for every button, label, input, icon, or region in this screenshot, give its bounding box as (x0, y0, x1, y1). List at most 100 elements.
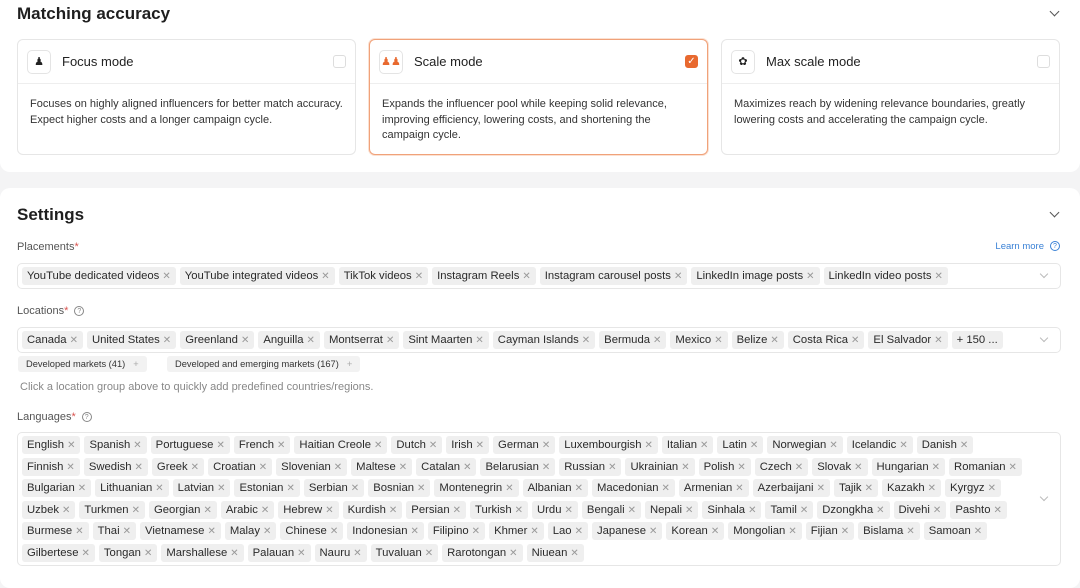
remove-tag-icon[interactable]: ✕ (217, 483, 225, 494)
remove-tag-icon[interactable]: ✕ (325, 505, 333, 516)
remove-tag-icon[interactable]: ✕ (685, 505, 693, 516)
remove-tag-icon[interactable]: ✕ (960, 440, 968, 451)
placements-select[interactable]: YouTube dedicated videos ✕ YouTube integra… (17, 263, 1061, 289)
more-tags-count[interactable]: + 150 ... (951, 331, 1003, 349)
remove-tag-icon[interactable]: ✕ (993, 505, 1001, 516)
remove-tag-icon[interactable]: ✕ (230, 548, 238, 559)
remove-tag-icon[interactable]: ✕ (806, 271, 814, 282)
remove-tag-icon[interactable]: ✕ (770, 335, 778, 346)
remove-tag-icon[interactable]: ✕ (795, 462, 803, 473)
remove-tag-icon[interactable]: ✕ (565, 505, 573, 516)
remove-tag-icon[interactable]: ✕ (644, 440, 652, 451)
remove-tag-icon[interactable]: ✕ (78, 483, 86, 494)
remove-tag-icon[interactable]: ✕ (216, 440, 224, 451)
remove-tag-icon[interactable]: ✕ (429, 440, 437, 451)
location-group-developed[interactable]: Developed markets (41) + (18, 356, 147, 372)
remove-tag-icon[interactable]: ✕ (162, 271, 170, 282)
remove-tag-icon[interactable]: ✕ (351, 483, 359, 494)
remove-tag-icon[interactable]: ✕ (453, 505, 461, 516)
collapse-chevron-icon[interactable] (1049, 207, 1060, 218)
remove-tag-icon[interactable]: ✕ (800, 505, 808, 516)
remove-tag-icon[interactable]: ✕ (163, 335, 171, 346)
mode-card-scale-mode[interactable]: ♟♟ Scale mode ✓ Expands the influencer pool… (369, 39, 708, 155)
dropdown-chevron-icon[interactable] (1039, 269, 1049, 279)
remove-tag-icon[interactable]: ✕ (570, 548, 578, 559)
location-group-developed-emerging[interactable]: Developed and emerging markets (167) + (167, 356, 361, 372)
remove-tag-icon[interactable]: ✕ (135, 462, 143, 473)
remove-tag-icon[interactable]: ✕ (505, 483, 513, 494)
remove-tag-icon[interactable]: ✕ (653, 335, 661, 346)
remove-tag-icon[interactable]: ✕ (714, 335, 722, 346)
dropdown-chevron-icon[interactable] (1039, 333, 1049, 343)
languages-select[interactable]: English ✕ Spanish ✕ Portuguese ✕ French ✕ Haitia… (17, 432, 1061, 566)
remove-tag-icon[interactable]: ✕ (133, 440, 141, 451)
remove-tag-icon[interactable]: ✕ (415, 271, 423, 282)
remove-tag-icon[interactable]: ✕ (750, 440, 758, 451)
remove-tag-icon[interactable]: ✕ (582, 335, 590, 346)
remove-tag-icon[interactable]: ✕ (307, 335, 315, 346)
help-icon[interactable]: ? (81, 412, 92, 423)
remove-tag-icon[interactable]: ✕ (530, 526, 538, 537)
remove-tag-icon[interactable]: ✕ (974, 526, 982, 537)
remove-tag-icon[interactable]: ✕ (542, 462, 550, 473)
remove-tag-icon[interactable]: ✕ (542, 440, 550, 451)
remove-tag-icon[interactable]: ✕ (662, 483, 670, 494)
remove-tag-icon[interactable]: ✕ (463, 462, 471, 473)
locations-select[interactable]: Canada ✕ United States ✕ Greenland ✕ Anguilla ✕… (17, 327, 1061, 353)
remove-tag-icon[interactable]: ✕ (476, 440, 484, 451)
remove-tag-icon[interactable]: ✕ (865, 483, 873, 494)
dropdown-chevron-icon[interactable] (1039, 492, 1049, 502)
learn-more-link[interactable]: Learn more? (995, 241, 1060, 252)
remove-tag-icon[interactable]: ✕ (155, 483, 163, 494)
remove-tag-icon[interactable]: ✕ (700, 440, 708, 451)
remove-tag-icon[interactable]: ✕ (374, 440, 382, 451)
remove-tag-icon[interactable]: ✕ (515, 505, 523, 516)
remove-tag-icon[interactable]: ✕ (191, 462, 199, 473)
remove-tag-icon[interactable]: ✕ (297, 548, 305, 559)
remove-tag-icon[interactable]: ✕ (417, 483, 425, 494)
remove-tag-icon[interactable]: ✕ (841, 526, 849, 537)
remove-tag-icon[interactable]: ✕ (522, 271, 530, 282)
collapse-chevron-icon[interactable] (1049, 6, 1060, 17)
mode-card-focus-mode[interactable]: ♟ Focus mode Focuses on highly aligned inf… (17, 39, 356, 155)
remove-tag-icon[interactable]: ✕ (935, 271, 943, 282)
remove-tag-icon[interactable]: ✕ (277, 440, 285, 451)
remove-tag-icon[interactable]: ✕ (399, 462, 407, 473)
remove-tag-icon[interactable]: ✕ (854, 462, 862, 473)
remove-tag-icon[interactable]: ✕ (934, 335, 942, 346)
remove-tag-icon[interactable]: ✕ (330, 526, 338, 537)
remove-tag-icon[interactable]: ✕ (75, 526, 83, 537)
remove-tag-icon[interactable]: ✕ (851, 335, 859, 346)
remove-tag-icon[interactable]: ✕ (817, 483, 825, 494)
remove-tag-icon[interactable]: ✕ (410, 526, 418, 537)
remove-tag-icon[interactable]: ✕ (259, 462, 267, 473)
remove-tag-icon[interactable]: ✕ (66, 462, 74, 473)
help-icon[interactable]: ? (74, 306, 85, 317)
remove-tag-icon[interactable]: ✕ (932, 462, 940, 473)
remove-tag-icon[interactable]: ✕ (711, 526, 719, 537)
mode-checkbox[interactable] (1037, 55, 1050, 68)
remove-tag-icon[interactable]: ✕ (386, 335, 394, 346)
remove-tag-icon[interactable]: ✕ (906, 526, 914, 537)
mode-checkbox[interactable] (333, 55, 346, 68)
remove-tag-icon[interactable]: ✕ (928, 483, 936, 494)
remove-tag-icon[interactable]: ✕ (203, 505, 211, 516)
remove-tag-icon[interactable]: ✕ (62, 505, 70, 516)
mode-checkbox[interactable]: ✓ (685, 55, 698, 68)
remove-tag-icon[interactable]: ✕ (132, 505, 140, 516)
remove-tag-icon[interactable]: ✕ (67, 440, 75, 451)
remove-tag-icon[interactable]: ✕ (1009, 462, 1017, 473)
remove-tag-icon[interactable]: ✕ (261, 505, 269, 516)
remove-tag-icon[interactable]: ✕ (334, 462, 342, 473)
remove-tag-icon[interactable]: ✕ (575, 526, 583, 537)
remove-tag-icon[interactable]: ✕ (575, 483, 583, 494)
remove-tag-icon[interactable]: ✕ (988, 483, 996, 494)
remove-tag-icon[interactable]: ✕ (649, 526, 657, 537)
remove-tag-icon[interactable]: ✕ (123, 526, 131, 537)
remove-tag-icon[interactable]: ✕ (70, 335, 78, 346)
remove-tag-icon[interactable]: ✕ (899, 440, 907, 451)
remove-tag-icon[interactable]: ✕ (674, 271, 682, 282)
remove-tag-icon[interactable]: ✕ (735, 483, 743, 494)
remove-tag-icon[interactable]: ✕ (389, 505, 397, 516)
remove-tag-icon[interactable]: ✕ (286, 483, 294, 494)
